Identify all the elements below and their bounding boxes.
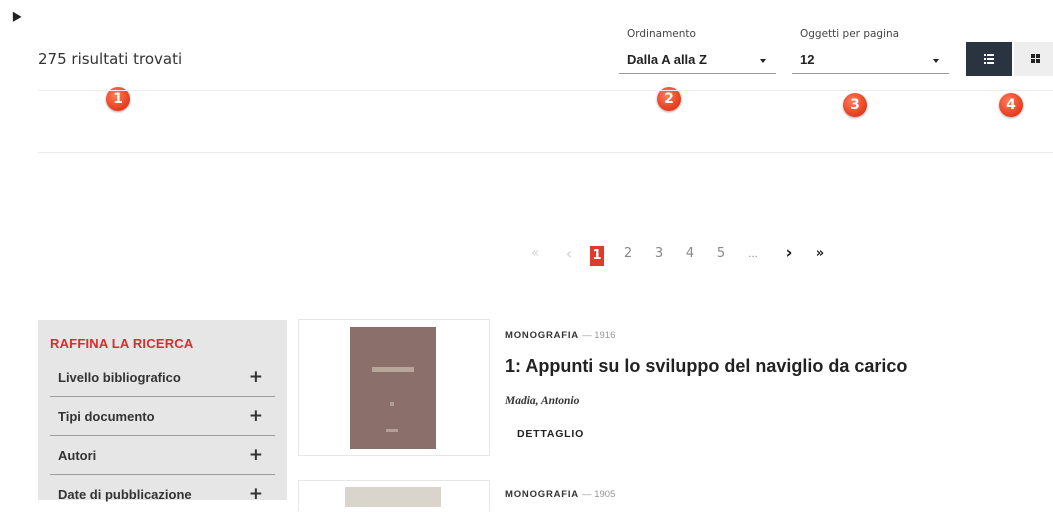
first-page-button[interactable]: «: [528, 246, 542, 261]
per-page-label: Oggetti per pagina: [800, 28, 900, 40]
page-current[interactable]: 1: [590, 246, 604, 266]
facet-tipi-documento[interactable]: Tipi documento +: [50, 397, 275, 436]
result-thumbnail-frame[interactable]: [298, 319, 490, 456]
book-cover-image: [350, 327, 436, 449]
refine-title: RAFFINA LA RICERCA: [50, 336, 194, 351]
per-page-select[interactable]: 12: [792, 47, 949, 74]
plus-icon: +: [248, 367, 263, 387]
result-title[interactable]: 1: Appunti su lo sviluppo del naviglio d…: [505, 356, 907, 377]
chevron-down-icon: [760, 59, 766, 63]
result-thumbnail-frame[interactable]: [298, 480, 490, 511]
toolbar-divider: [38, 90, 1053, 91]
page-4[interactable]: 4: [685, 246, 695, 261]
result-type: MONOGRAFIA — 1905: [505, 489, 616, 500]
pagination-ellipsis: ...: [748, 249, 758, 260]
book-cover-image: [345, 487, 441, 507]
result-year: — 1905: [582, 489, 616, 500]
refine-sidebar: RAFFINA LA RICERCA Livello bibliografico…: [38, 320, 287, 504]
last-page-button[interactable]: »: [813, 246, 827, 261]
facet-label: Autori: [58, 448, 97, 463]
result-type: MONOGRAFIA — 1916: [505, 330, 616, 341]
sort-selected-value: Dalla A alla Z: [627, 52, 707, 67]
facet-date-pubblicazione[interactable]: Date di pubblicazione +: [50, 475, 275, 513]
sort-select[interactable]: Dalla A alla Z: [619, 47, 776, 74]
grid-icon: [1031, 54, 1040, 63]
result-year: — 1916: [582, 330, 616, 341]
sort-label: Ordinamento: [627, 28, 696, 40]
callout-badge-4: 4: [999, 93, 1023, 117]
facet-autori[interactable]: Autori +: [50, 436, 275, 475]
page-5[interactable]: 5: [716, 246, 726, 261]
chevron-down-icon: [933, 59, 939, 63]
results-count: 275 risultati trovati: [38, 50, 183, 68]
facet-label: Livello bibliografico: [58, 370, 181, 385]
plus-icon: +: [248, 484, 263, 504]
per-page-selected-value: 12: [800, 52, 815, 67]
detail-button[interactable]: DETTAGLIO: [517, 428, 584, 440]
grid-view-button[interactable]: [1014, 42, 1053, 76]
prev-page-button[interactable]: ‹: [562, 244, 576, 263]
plus-icon: +: [248, 445, 263, 465]
next-page-button[interactable]: ›: [783, 243, 795, 263]
mouse-cursor-icon: [8, 9, 22, 22]
pagination: « ‹ 1 2 3 4 5 ... › »: [528, 243, 828, 266]
plus-icon: +: [248, 406, 263, 426]
section-divider: [38, 152, 1053, 153]
facet-label: Tipi documento: [58, 409, 155, 424]
list-icon: [984, 54, 994, 64]
page-2[interactable]: 2: [623, 246, 633, 261]
facet-livello-bibliografico[interactable]: Livello bibliografico +: [50, 358, 275, 397]
result-author[interactable]: Madia, Antonio: [505, 395, 579, 407]
list-view-button[interactable]: [966, 42, 1012, 76]
page-3[interactable]: 3: [654, 246, 664, 261]
callout-badge-3: 3: [843, 93, 867, 117]
